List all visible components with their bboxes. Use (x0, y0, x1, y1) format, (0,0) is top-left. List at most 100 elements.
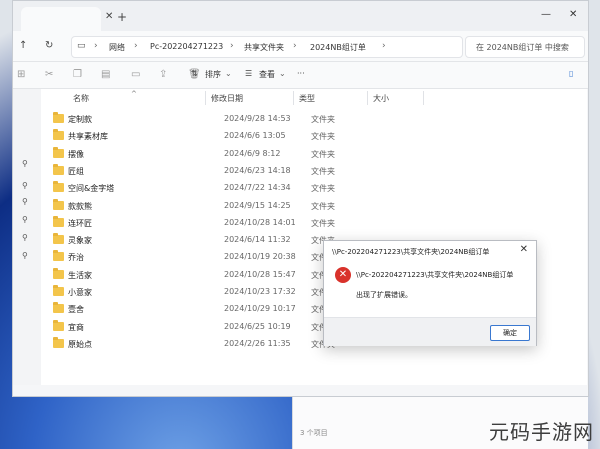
chevron-down-icon: ⌄ (279, 69, 286, 78)
dialog-title: \\Pc-202204271223\共享文件夹\2024NB组订单 (332, 248, 490, 256)
file-row[interactable]: 匠组 2024/6/23 14:18 文件夹 (53, 163, 335, 180)
file-date: 2024/10/28 14:01 (224, 217, 296, 227)
folder-icon (53, 198, 64, 210)
breadcrumb-separator: › (293, 41, 297, 51)
folder-icon (53, 302, 64, 314)
file-date: 2024/10/19 20:38 (224, 252, 296, 262)
sort-up-icon: ^ (131, 90, 137, 98)
folder-icon (53, 163, 64, 175)
copy-icon[interactable]: ❐ (73, 69, 82, 80)
pin-icon: ⚲ (22, 197, 28, 206)
file-name: 原始点 (68, 339, 92, 349)
file-name: 匠组 (68, 166, 84, 176)
folder-icon (53, 267, 64, 279)
up-arrow-icon[interactable]: ↑ (19, 40, 27, 51)
file-name: 共享素材库 (68, 132, 108, 142)
explorer-tab[interactable] (21, 7, 101, 31)
share-icon[interactable]: ⇪ (159, 69, 167, 80)
file-date: 2024/10/29 10:17 (224, 304, 296, 314)
navigation-pane: ⚲ ⚲ ⚲ ⚲ ⚲ ⚲ (13, 89, 41, 385)
pin-icon: ⚲ (22, 251, 28, 260)
breadcrumb-current-folder[interactable]: 2024NB组订单 (310, 42, 366, 53)
folder-icon (53, 215, 64, 227)
breadcrumb-pc[interactable]: Pc-202204271223 (150, 42, 223, 51)
file-date: 2024/9/28 14:53 (224, 114, 291, 123)
chevron-down-icon: ⌄ (225, 69, 232, 78)
search-input[interactable]: 在 2024NB组订单 中搜索 (476, 42, 569, 53)
details-pane-icon[interactable]: ▯ (569, 69, 573, 78)
file-row[interactable]: 乔治2024/10/19 20:38文件夹 (53, 249, 335, 266)
file-row[interactable]: 宜商2024/6/25 10:19文件夹 (53, 319, 335, 336)
minimize-icon[interactable]: — (541, 9, 551, 20)
file-name: 款款熊 (68, 201, 92, 211)
paste-icon[interactable]: ▤ (101, 69, 110, 80)
file-date: 2024/2/26 11:35 (224, 338, 291, 348)
breadcrumb-network[interactable]: 网络 (109, 42, 125, 53)
pin-icon: ⚲ (22, 233, 28, 242)
folder-icon (53, 285, 64, 296)
file-row[interactable]: 壹舍2024/10/29 10:17文件夹 (53, 301, 335, 318)
file-date: 2024/9/15 14:25 (224, 200, 291, 210)
breadcrumb-separator: › (382, 41, 386, 51)
ok-button[interactable]: 确定 (490, 325, 530, 341)
file-name: 乔治 (68, 253, 84, 263)
address-bar[interactable]: ▭ › 网络 › Pc-202204271223 › 共享文件夹 › 2024N… (71, 36, 463, 58)
folder-icon (53, 250, 64, 262)
file-type: 文件夹 (311, 201, 335, 211)
pin-icon: ⚲ (22, 215, 28, 224)
column-header-name[interactable]: 名称 (73, 93, 89, 104)
folder-icon (53, 112, 64, 123)
column-divider[interactable] (205, 91, 206, 105)
file-date: 2024/6/25 10:19 (224, 321, 291, 331)
folder-icon (53, 181, 64, 193)
cut-icon[interactable]: ✂ (45, 69, 53, 80)
file-date: 2024/10/28 15:47 (224, 269, 296, 279)
status-item-count: 3 个项目 (300, 429, 328, 437)
refresh-icon[interactable]: ↻ (45, 40, 53, 51)
column-header-date[interactable]: 修改日期 (211, 93, 243, 104)
search-box[interactable]: 在 2024NB组订单 中搜索 (465, 36, 585, 58)
file-row[interactable]: 连环匠 2024/10/28 14:01 文件夹 (53, 215, 335, 232)
file-row[interactable]: 生活家2024/10/28 15:47文件夹 (53, 267, 335, 284)
tab-close-icon[interactable]: ✕ (105, 11, 113, 22)
file-date: 2024/6/6 13:05 (224, 131, 286, 141)
column-divider[interactable] (423, 91, 424, 105)
file-type: 文件夹 (311, 166, 335, 176)
file-row[interactable]: 摆像 2024/6/9 8:12 文件夹 (53, 146, 335, 163)
file-type: 文件夹 (311, 132, 335, 142)
column-header-type[interactable]: 类型 (299, 93, 315, 104)
file-row[interactable]: 小意家2024/10/23 17:32文件夹 (53, 284, 335, 301)
column-header-size[interactable]: 大小 (373, 93, 389, 104)
file-row[interactable]: 款款熊 2024/9/15 14:25 文件夹 (53, 198, 335, 215)
file-type: 文件夹 (311, 218, 335, 228)
rename-icon[interactable]: ▭ (131, 69, 140, 80)
column-divider[interactable] (293, 91, 294, 105)
tab-bar: ✕ + — ✕ (13, 1, 588, 31)
pin-icon: ⚲ (22, 181, 28, 190)
file-date: 2024/6/9 8:12 (224, 148, 281, 158)
file-type: 文件夹 (311, 149, 335, 159)
file-row[interactable]: 定制款 2024/9/28 14:53 文件夹 (53, 111, 335, 128)
file-row[interactable]: 空间&金字塔 2024/7/22 14:34 文件夹 (53, 180, 335, 197)
breadcrumb-separator: › (134, 41, 138, 51)
dialog-close-icon[interactable]: ✕ (520, 244, 528, 255)
command-bar: ⊞ ✂ ❐ ▤ ▭ ⇪ 🗑 ⇅ 排序 ⌄ ☰ 查看 ⌄ ··· ▯ (13, 62, 588, 89)
file-date: 2024/10/23 17:32 (224, 287, 296, 296)
new-tab-icon[interactable]: + (117, 10, 127, 24)
view-button[interactable]: 查看 (259, 69, 275, 80)
file-date: 2024/6/23 14:18 (224, 165, 291, 175)
navigation-bar: ↑ ↻ ▭ › 网络 › Pc-202204271223 › 共享文件夹 › 2… (13, 31, 588, 62)
breadcrumb-separator: › (230, 41, 234, 51)
file-row[interactable]: 原始点2024/2/26 11:35文件夹 (53, 336, 335, 353)
breadcrumb-shared-folder[interactable]: 共享文件夹 (244, 42, 284, 53)
folder-icon (53, 319, 64, 331)
sort-icon: ⇅ (191, 69, 198, 78)
file-row[interactable]: 共享素材库 2024/6/6 13:05 文件夹 (53, 128, 335, 145)
file-type: 文件夹 (311, 115, 335, 124)
new-item-icon[interactable]: ⊞ (17, 69, 25, 80)
column-divider[interactable] (367, 91, 368, 105)
file-row[interactable]: 灵象家2024/6/14 11:32文件夹 (53, 232, 335, 249)
sort-button[interactable]: 排序 (205, 69, 221, 80)
more-options-button[interactable]: ··· (297, 69, 305, 78)
window-close-icon[interactable]: ✕ (569, 9, 577, 20)
